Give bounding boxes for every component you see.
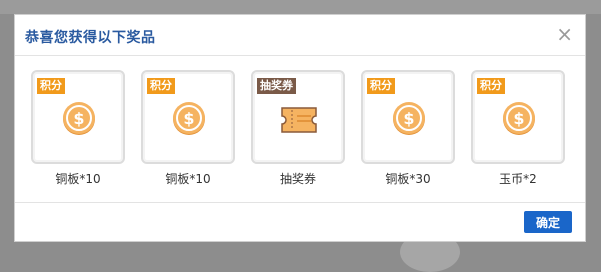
coin-icon: $ — [63, 102, 95, 135]
close-icon[interactable]: × — [556, 24, 573, 44]
reward-label: 玉币*2 — [499, 172, 537, 186]
reward-label: 铜板*10 — [55, 172, 101, 186]
background-top-strip — [0, 0, 601, 14]
svg-text:$: $ — [183, 109, 194, 128]
svg-text:$: $ — [513, 109, 524, 128]
coin-icon: $ — [503, 102, 535, 135]
reward-item: 积分 $ 铜板*30 — [361, 70, 457, 187]
confirm-button[interactable]: 确定 — [524, 211, 572, 233]
points-badge: 积分 — [477, 78, 505, 94]
dialog-header: 恭喜您获得以下奖品 × — [15, 15, 585, 56]
dialog-body: 积分 $ 铜板*10 积分 $ 铜板*10 抽奖券 抽奖券 积分 $ 铜板*30… — [15, 56, 585, 204]
dialog-title: 恭喜您获得以下奖品 — [25, 30, 156, 46]
dialog-footer: 确定 — [15, 202, 585, 241]
reward-item: 积分 $ 铜板*10 — [141, 70, 237, 187]
points-badge: 积分 — [147, 78, 175, 94]
svg-text:$: $ — [73, 109, 84, 128]
ticket-icon — [281, 107, 317, 133]
reward-dialog: 恭喜您获得以下奖品 × 积分 $ 铜板*10 积分 $ 铜板*10 抽奖券 抽奖… — [14, 14, 586, 242]
reward-item: 抽奖券 抽奖券 — [251, 70, 347, 187]
reward-card: 积分 $ — [361, 70, 455, 164]
lottery-badge: 抽奖券 — [257, 78, 296, 94]
reward-label: 铜板*30 — [385, 172, 431, 186]
reward-label: 铜板*10 — [165, 172, 211, 186]
reward-card: 抽奖券 — [251, 70, 345, 164]
points-badge: 积分 — [37, 78, 65, 94]
coin-icon: $ — [173, 102, 205, 135]
reward-card: 积分 $ — [141, 70, 235, 164]
reward-card: 积分 $ — [471, 70, 565, 164]
reward-item: 积分 $ 铜板*10 — [31, 70, 127, 187]
reward-item: 积分 $ 玉币*2 — [471, 70, 567, 187]
points-badge: 积分 — [367, 78, 395, 94]
reward-card: 积分 $ — [31, 70, 125, 164]
svg-text:$: $ — [403, 109, 414, 128]
coin-icon: $ — [393, 102, 425, 135]
reward-list: 积分 $ 铜板*10 积分 $ 铜板*10 抽奖券 抽奖券 积分 $ 铜板*30… — [31, 70, 567, 187]
reward-label: 抽奖券 — [279, 172, 316, 186]
